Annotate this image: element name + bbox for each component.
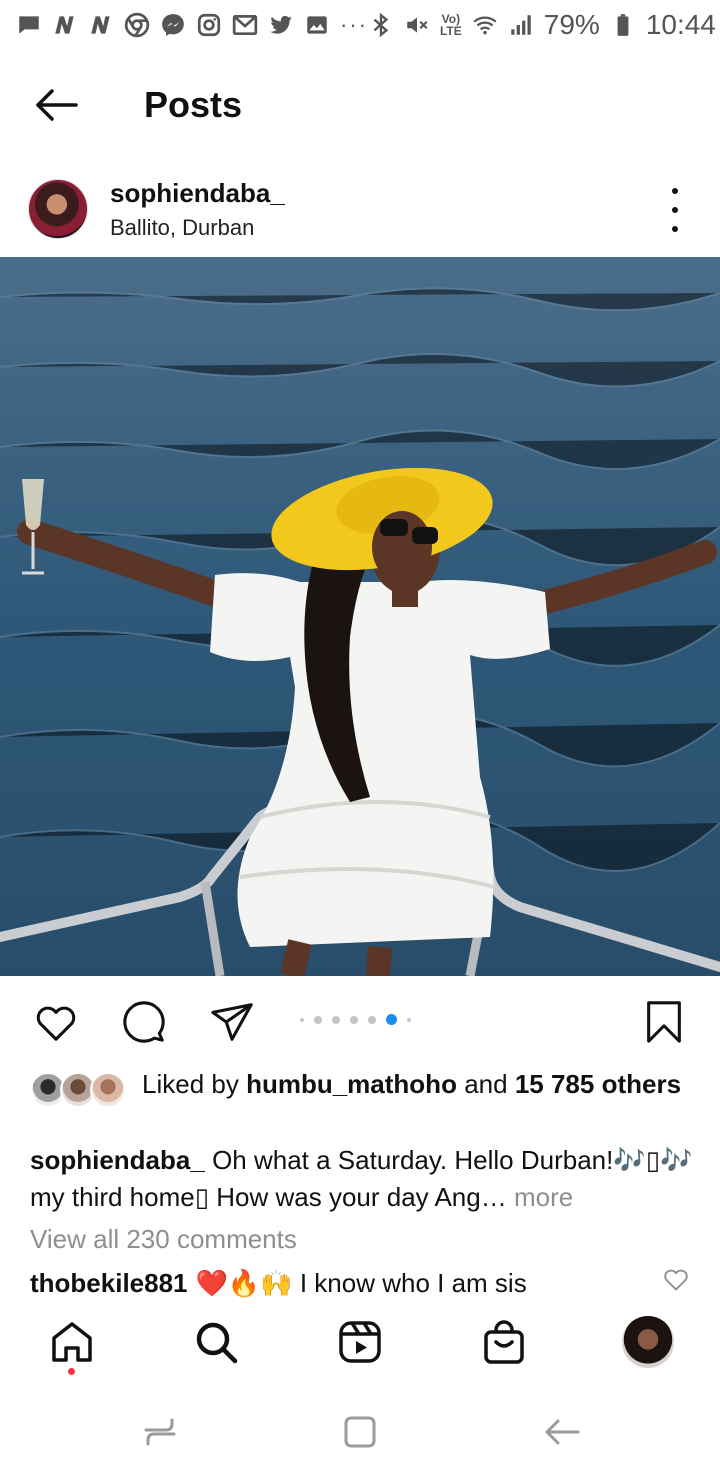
dot — [672, 207, 678, 213]
notification-icons: ··· — [16, 12, 368, 38]
author-username[interactable]: sophiendaba_ — [110, 178, 285, 209]
comment-button[interactable] — [120, 998, 168, 1046]
system-navigation-bar — [0, 1390, 720, 1480]
carousel-indicator — [300, 1014, 411, 1025]
profile-avatar — [622, 1316, 674, 1368]
share-button[interactable] — [208, 998, 256, 1046]
dot — [672, 188, 678, 194]
carousel-dot-active — [386, 1014, 397, 1025]
heart-outline-icon — [664, 1269, 688, 1291]
bookmark-icon — [647, 1001, 681, 1043]
page-title: Posts — [144, 84, 243, 125]
instagram-icon — [196, 12, 222, 38]
liker-avatars — [30, 1068, 130, 1108]
nav-reels[interactable] — [332, 1314, 388, 1370]
save-button[interactable] — [640, 998, 688, 1046]
likes-text: Liked by humbu_mathoho and 15 785 others — [142, 1068, 681, 1108]
system-status: Vo) LTE 79% 10:44 — [368, 9, 716, 41]
photo-illustration — [0, 257, 720, 976]
comment-text: ❤️🔥🙌 I know who I am sis — [195, 1267, 527, 1298]
heart-icon — [36, 1006, 76, 1041]
back-arrow-icon — [545, 1419, 580, 1445]
comment-bubble-icon — [123, 1001, 165, 1043]
liked-by-user[interactable]: humbu_mathoho — [246, 1069, 457, 1099]
carousel-dot — [332, 1015, 340, 1024]
likes-count[interactable]: 15 785 — [515, 1069, 595, 1099]
nav-home[interactable] — [44, 1314, 100, 1370]
caption-more-link[interactable]: more — [514, 1182, 573, 1212]
post-header: sophiendaba_ Ballito, Durban — [0, 168, 720, 250]
battery-percent: 79% — [543, 9, 600, 40]
back-system-button[interactable] — [542, 1412, 582, 1452]
carousel-dot — [350, 1015, 358, 1024]
dot — [672, 226, 678, 232]
news-n-icon — [52, 12, 78, 38]
twitter-icon — [268, 12, 294, 38]
post-actions — [0, 990, 720, 1052]
square-home-icon — [344, 1416, 376, 1448]
carousel-dot — [300, 1017, 304, 1022]
liked-by-prefix: Liked by — [142, 1069, 239, 1099]
reels-icon — [339, 1321, 381, 1363]
home-system-button[interactable] — [340, 1412, 380, 1452]
comment-username[interactable]: thobekile881 — [30, 1268, 188, 1299]
carousel-dot — [314, 1015, 322, 1024]
caption-username[interactable]: sophiendaba_ — [30, 1145, 205, 1175]
signal-icon — [508, 12, 534, 38]
shop-bag-icon — [484, 1320, 524, 1364]
post-author: sophiendaba_ Ballito, Durban — [110, 178, 285, 241]
like-button[interactable] — [32, 998, 80, 1046]
liker-avatar — [90, 1072, 126, 1108]
recent-apps-button[interactable] — [140, 1412, 180, 1452]
liked-by-suffix[interactable]: others — [602, 1069, 681, 1099]
bottom-navigation — [0, 1302, 720, 1388]
comment-preview: thobekile881 ❤️🔥🙌 I know who I am sis — [30, 1264, 700, 1302]
battery-icon — [610, 12, 636, 38]
gallery-icon — [304, 12, 330, 38]
chrome-icon — [124, 12, 150, 38]
liked-by-and: and — [464, 1069, 508, 1099]
send-paper-plane-icon — [211, 1003, 253, 1041]
likes-summary[interactable]: Liked by humbu_mathoho and 15 785 others — [30, 1068, 690, 1108]
news-n-icon — [88, 12, 114, 38]
author-avatar[interactable] — [28, 179, 88, 239]
volte-lte-indicator: Vo) LTE — [440, 13, 462, 37]
carousel-dot — [368, 1015, 376, 1024]
post-photo[interactable] — [0, 257, 720, 976]
message-icon — [16, 12, 42, 38]
comment-like-button[interactable] — [662, 1265, 690, 1293]
post-caption: sophiendaba_ Oh what a Saturday. Hello D… — [30, 1142, 700, 1216]
clock: 10:44 — [645, 9, 716, 40]
more-notifications: ··· — [340, 12, 368, 37]
nav-profile[interactable] — [620, 1314, 676, 1370]
bluetooth-icon — [368, 12, 394, 38]
messenger-icon — [160, 12, 186, 38]
app-header: Posts — [0, 62, 720, 148]
recents-icon — [144, 1418, 176, 1446]
search-icon — [196, 1322, 238, 1364]
lte-label: LTE — [439, 24, 462, 38]
wifi-icon — [472, 12, 498, 38]
gmail-icon — [232, 12, 258, 38]
post-location[interactable]: Ballito, Durban — [110, 215, 285, 241]
status-bar: ··· Vo) LTE 79% 10:44 — [0, 0, 720, 50]
nav-search[interactable] — [188, 1314, 244, 1370]
home-notification-dot — [68, 1368, 75, 1375]
more-options-button[interactable] — [660, 188, 690, 232]
carousel-dot — [407, 1017, 411, 1022]
mute-icon — [404, 12, 430, 38]
home-icon — [52, 1322, 92, 1362]
back-button[interactable] — [0, 62, 112, 148]
nav-shop[interactable] — [476, 1314, 532, 1370]
view-all-comments-link[interactable]: View all 230 comments — [30, 1224, 297, 1255]
arrow-left-icon — [36, 89, 78, 121]
